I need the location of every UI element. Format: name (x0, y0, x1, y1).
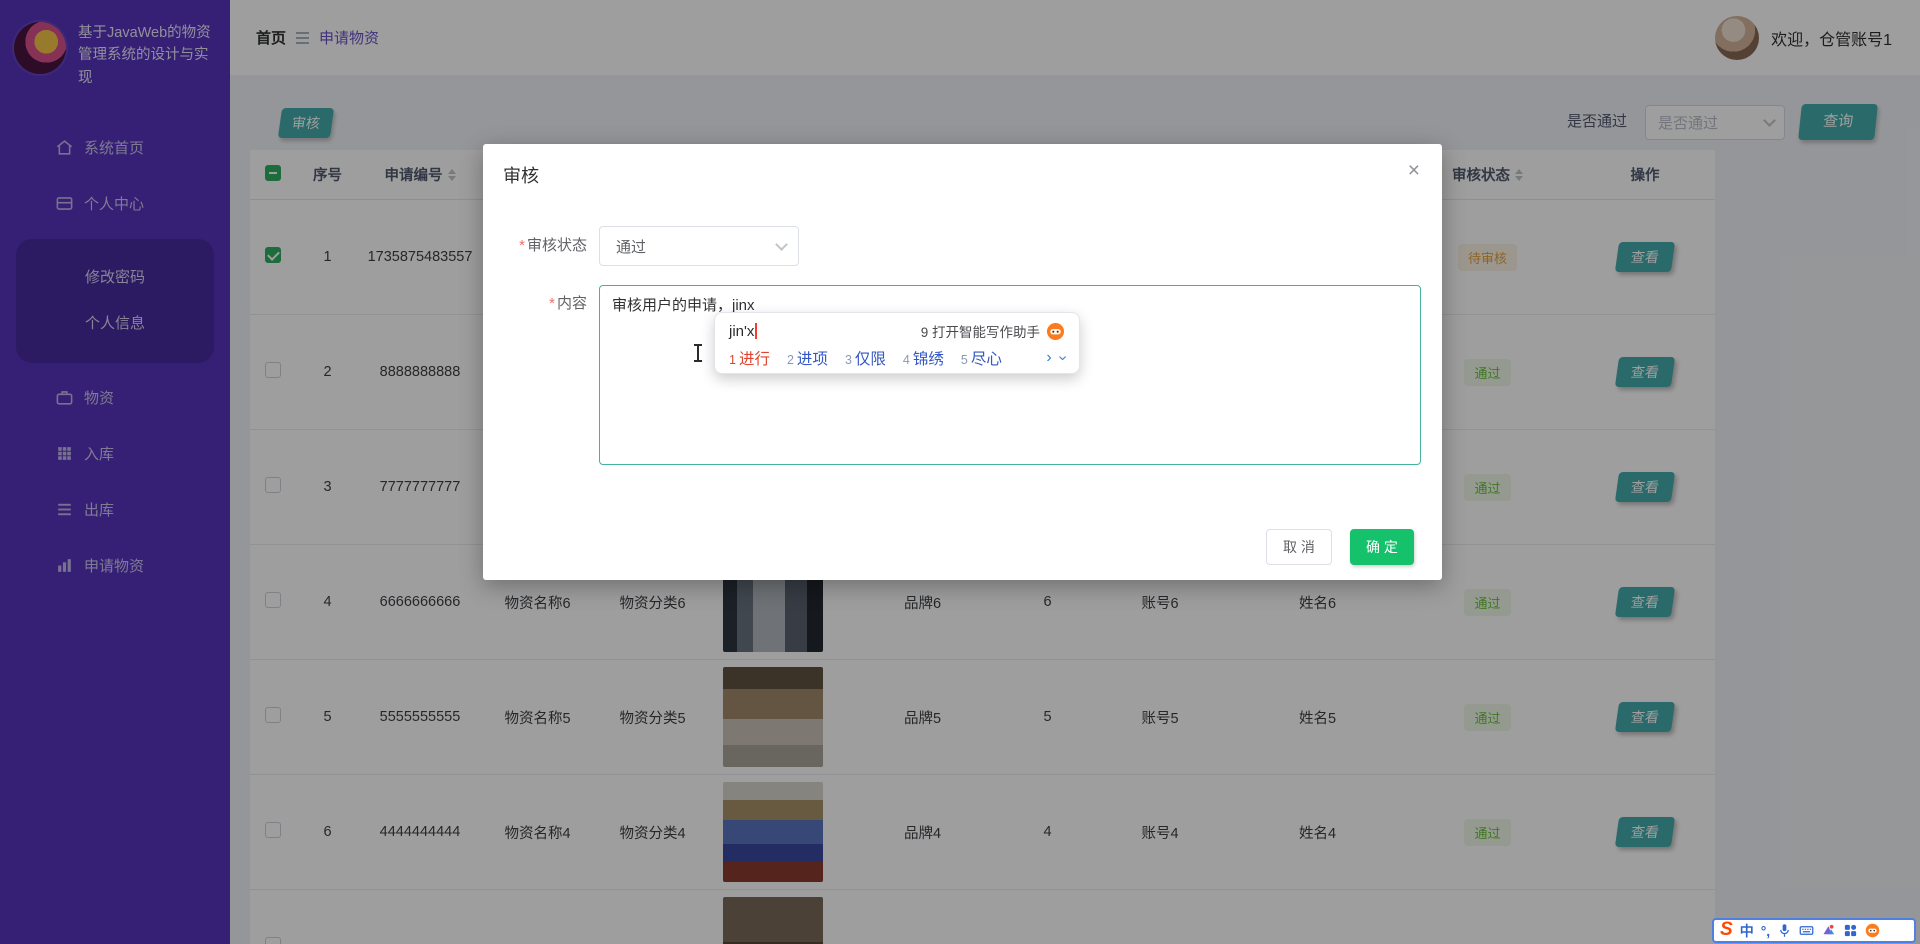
ime-expand-icon[interactable]: › (1053, 355, 1071, 360)
ime-candidate-panel: jin'x 9 打开智能写作助手 1进行 2进项 3仅限 4锦绣 5尽心 › › (714, 312, 1080, 374)
ime-next-page-icon[interactable]: › (1046, 349, 1051, 367)
status-selected-value: 通过 (616, 236, 777, 257)
keyboard-icon[interactable] (1799, 923, 1814, 938)
text-cursor-icon (693, 344, 703, 364)
skin-icon[interactable] (1821, 923, 1836, 938)
ime-candidate-1[interactable]: 1进行 (729, 347, 770, 369)
chinese-mode-icon[interactable]: 中 (1740, 921, 1754, 941)
app-window: 基于JavaWeb的物资管理系统的设计与实现 系统首页 个人中心 修改密码 个人… (0, 0, 1920, 944)
cancel-button[interactable]: 取 消 (1266, 529, 1332, 565)
ime-page-controls: › › (1046, 349, 1065, 367)
ime-composition: jin'x (729, 323, 754, 340)
dialog-title: 审核 (503, 162, 539, 188)
required-asterisk: * (549, 295, 555, 312)
status-field-label: *审核状态 (503, 226, 587, 266)
ime-candidate-3[interactable]: 3仅限 (845, 347, 886, 369)
ime-composition-row: jin'x 9 打开智能写作助手 (729, 318, 1065, 344)
ime-candidate-5[interactable]: 5尽心 (961, 347, 1002, 369)
ime-caret (755, 323, 757, 339)
ime-assistant-hint[interactable]: 9 打开智能写作助手 (921, 321, 1065, 341)
close-icon[interactable]: × (1408, 160, 1420, 181)
content-field-label: *内容 (503, 285, 587, 465)
chevron-down-icon (775, 238, 788, 251)
writing-assistant-icon (1046, 322, 1065, 341)
required-asterisk: * (519, 237, 525, 254)
audit-status-select[interactable]: 通过 (599, 226, 799, 266)
assistant-icon[interactable] (1865, 923, 1880, 938)
toolbox-icon[interactable] (1843, 923, 1858, 938)
ime-candidate-2[interactable]: 2进项 (787, 347, 828, 369)
dialog-footer: 取 消 确 定 (1266, 529, 1414, 565)
sogou-logo-icon[interactable]: S (1720, 920, 1733, 939)
confirm-button[interactable]: 确 定 (1350, 529, 1414, 565)
ime-candidates-row: 1进行 2进项 3仅限 4锦绣 5尽心 › › (729, 344, 1065, 372)
ime-toolbar: S 中 °, (1712, 918, 1916, 943)
microphone-icon[interactable] (1777, 923, 1792, 938)
ime-candidate-4[interactable]: 4锦绣 (903, 347, 944, 369)
punctuation-icon[interactable]: °, (1761, 923, 1771, 939)
